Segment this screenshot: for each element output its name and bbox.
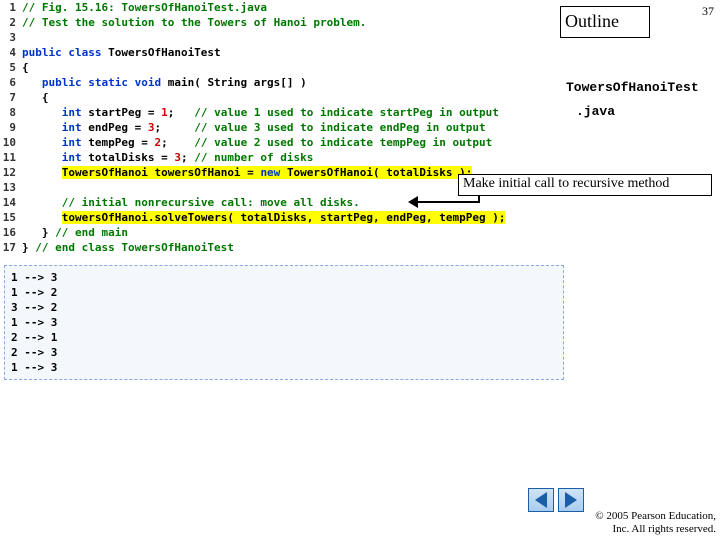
line-number: 10	[0, 135, 22, 150]
line-number: 4	[0, 45, 22, 60]
code-content: TowersOfHanoi towersOfHanoi = new Towers…	[22, 165, 472, 180]
right-arrow-icon	[565, 492, 577, 508]
left-arrow-icon	[535, 492, 547, 508]
line-number: 8	[0, 105, 22, 120]
prev-button[interactable]	[528, 488, 554, 512]
code-content: // initial nonrecursive call: move all d…	[22, 195, 360, 210]
code-line: 11 int totalDisks = 3; // number of disk…	[0, 150, 720, 165]
filename-line1: TowersOfHanoiTest	[566, 80, 699, 95]
code-content: } // end class TowersOfHanoiTest	[22, 240, 234, 255]
line-number: 5	[0, 60, 22, 75]
code-content: // Test the solution to the Towers of Ha…	[22, 15, 366, 30]
code-line: 10 int tempPeg = 2; // value 2 used to i…	[0, 135, 720, 150]
code-content: // Fig. 15.16: TowersOfHanoiTest.java	[22, 0, 267, 15]
line-number: 17	[0, 240, 22, 255]
next-button[interactable]	[558, 488, 584, 512]
copyright-notice: © 2005 Pearson Education, Inc. All right…	[595, 510, 716, 536]
code-line: 16 } // end main	[0, 225, 720, 240]
code-content: public class TowersOfHanoiTest	[22, 45, 221, 60]
code-line: 17} // end class TowersOfHanoiTest	[0, 240, 720, 255]
line-number: 12	[0, 165, 22, 180]
code-content: int totalDisks = 3; // number of disks	[22, 150, 313, 165]
nav-controls	[528, 488, 584, 512]
copyright-line2: Inc. All rights reserved.	[612, 523, 716, 535]
code-content: int endPeg = 3; // value 3 used to indic…	[22, 120, 486, 135]
line-number: 16	[0, 225, 22, 240]
program-output: 1 --> 3 1 --> 2 3 --> 2 1 --> 3 2 --> 1 …	[4, 265, 564, 380]
code-content: int startPeg = 1; // value 1 used to ind…	[22, 105, 499, 120]
code-content: public static void main( String args[] )	[22, 75, 307, 90]
line-number: 1	[0, 0, 22, 15]
code-content: towersOfHanoi.solveTowers( totalDisks, s…	[22, 210, 505, 225]
callout-arrow-head	[408, 196, 418, 208]
page-number: 37	[702, 4, 714, 19]
callout-arrow-connector	[478, 195, 480, 203]
code-content: {	[22, 60, 29, 75]
line-number: 2	[0, 15, 22, 30]
code-content: {	[22, 90, 49, 105]
line-number: 15	[0, 210, 22, 225]
code-line: 15 towersOfHanoi.solveTowers( totalDisks…	[0, 210, 720, 225]
copyright-line1: © 2005 Pearson Education,	[595, 510, 716, 522]
line-number: 13	[0, 180, 22, 195]
code-line: 4public class TowersOfHanoiTest	[0, 45, 720, 60]
code-line: 14 // initial nonrecursive call: move al…	[0, 195, 720, 210]
code-listing: 1// Fig. 15.16: TowersOfHanoiTest.java2/…	[0, 0, 720, 255]
outline-label: Outline	[560, 6, 650, 38]
code-line: 5{	[0, 60, 720, 75]
line-number: 3	[0, 30, 22, 45]
callout-annotation: Make initial call to recursive method	[458, 174, 712, 196]
line-number: 6	[0, 75, 22, 90]
callout-arrow-line	[415, 201, 478, 203]
code-content: } // end main	[22, 225, 128, 240]
code-content: int tempPeg = 2; // value 2 used to indi…	[22, 135, 492, 150]
code-line: 9 int endPeg = 3; // value 3 used to ind…	[0, 120, 720, 135]
line-number: 9	[0, 120, 22, 135]
line-number: 14	[0, 195, 22, 210]
line-number: 7	[0, 90, 22, 105]
line-number: 11	[0, 150, 22, 165]
filename-line2: .java	[576, 104, 615, 119]
